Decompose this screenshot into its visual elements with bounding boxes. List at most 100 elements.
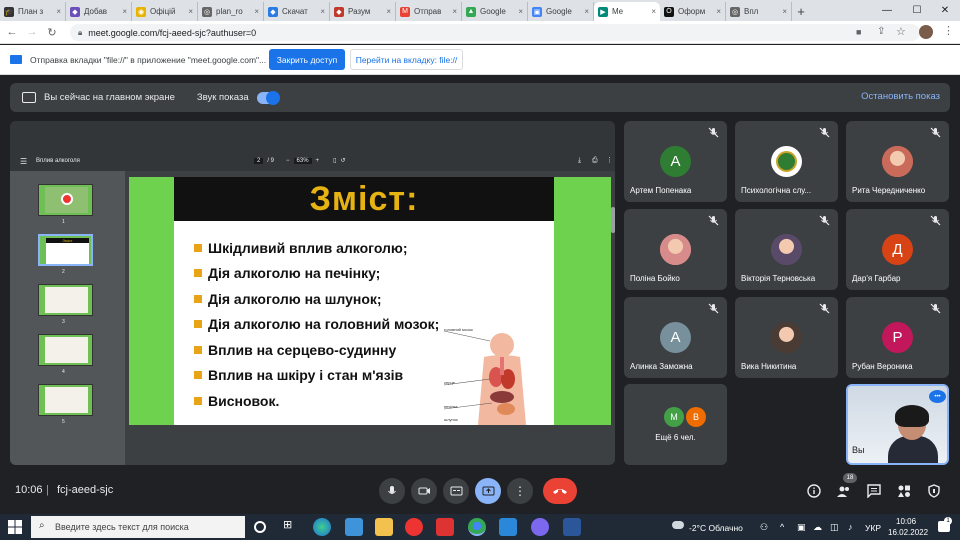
meeting-details-icon[interactable]	[806, 483, 822, 499]
more-participants-tile[interactable]: М В Ещё 6 чел.	[624, 384, 727, 465]
stop-access-button[interactable]: Закрить доступ	[269, 49, 345, 70]
camera-button[interactable]	[411, 478, 437, 504]
browser-tab[interactable]: ◆ Скачат ×	[264, 2, 330, 21]
tab-close-icon[interactable]: ×	[782, 7, 787, 16]
participant-tile[interactable]: А Артем Попенака	[624, 121, 727, 202]
tray-chevron-icon[interactable]: ^	[780, 522, 784, 532]
tab-close-icon[interactable]: ×	[651, 7, 656, 16]
camera-in-use-icon[interactable]: ■	[856, 27, 861, 37]
people-icon[interactable]: ⚇	[760, 522, 768, 533]
participant-tile[interactable]: Рита Чередниченко	[846, 121, 949, 202]
browser-tab[interactable]: ▲ Google ×	[462, 2, 528, 21]
volume-icon[interactable]: ♪	[848, 522, 853, 532]
file-explorer-icon[interactable]	[375, 518, 393, 536]
viber-icon[interactable]	[531, 518, 549, 536]
chrome-icon[interactable]	[468, 518, 486, 536]
input-language[interactable]: УКР	[865, 523, 881, 533]
leave-call-button[interactable]	[543, 478, 577, 504]
browser-tab[interactable]: ▶ Me ×	[594, 2, 660, 21]
tab-close-icon[interactable]: ×	[254, 7, 259, 16]
taskbar-date[interactable]: 16.02.2022	[888, 528, 928, 537]
network-icon[interactable]: ◫	[830, 522, 839, 533]
chat-icon[interactable]	[866, 483, 882, 499]
tab-close-icon[interactable]: ×	[122, 7, 127, 16]
tab-close-icon[interactable]: ×	[584, 7, 589, 16]
zoom-in-icon[interactable]: +	[316, 158, 320, 164]
browser-tab[interactable]: M Отправ ×	[396, 2, 462, 21]
tab-close-icon[interactable]: ×	[716, 7, 721, 16]
windows-start-icon[interactable]	[8, 520, 22, 534]
tab-close-icon[interactable]: ×	[386, 7, 391, 16]
tray-app-icon[interactable]: ▣	[797, 522, 806, 533]
thumbnail-page-3[interactable]	[38, 284, 93, 316]
activities-icon[interactable]	[896, 483, 912, 499]
tab-close-icon[interactable]: ×	[518, 7, 523, 16]
participant-tile[interactable]: Д Дар'я Гарбар	[846, 209, 949, 290]
participant-tile[interactable]: Поліна Бойко	[624, 209, 727, 290]
browser-tab[interactable]: Ó Оформ ×	[660, 2, 726, 21]
browser-tab[interactable]: ◆ Разум ×	[330, 2, 396, 21]
thumbnail-page-5[interactable]	[38, 384, 93, 416]
people-icon[interactable]	[836, 483, 852, 499]
tab-close-icon[interactable]: ×	[188, 7, 193, 16]
fit-page-icon[interactable]: ▯	[333, 157, 336, 164]
self-tile-more-icon[interactable]: •••	[929, 390, 946, 403]
browser-tab[interactable]: ◉ Офіцій ×	[132, 2, 198, 21]
switch-tab-button[interactable]: Перейти на вкладку: file://	[350, 49, 463, 70]
page-number-input[interactable]: 2	[254, 157, 264, 164]
opera-icon[interactable]	[405, 518, 423, 536]
close-window-button[interactable]: ✕	[930, 0, 960, 21]
rotate-icon[interactable]: ↺	[340, 157, 345, 164]
meeting-code[interactable]: fcj-aeed-sjc	[57, 484, 113, 496]
thumbnail-page-1[interactable]	[38, 184, 93, 216]
word-icon[interactable]	[563, 518, 581, 536]
print-icon[interactable]: ⎙	[592, 157, 598, 165]
minimize-button[interactable]: —	[872, 0, 902, 21]
mail-icon[interactable]	[345, 518, 363, 536]
more-options-button[interactable]: ⋮	[507, 478, 533, 504]
back-icon[interactable]: ←	[4, 26, 20, 38]
participant-tile[interactable]: Вікторія Терновська	[735, 209, 838, 290]
reload-icon[interactable]: ↻	[44, 26, 60, 39]
share-sound-toggle[interactable]	[256, 90, 280, 105]
browser-tab[interactable]: ▣ Google ×	[528, 2, 594, 21]
edge-icon[interactable]	[313, 518, 331, 536]
maximize-button[interactable]: ☐	[902, 0, 932, 21]
weather-text[interactable]: -2°C Облачно	[689, 523, 743, 533]
pdf-menu-icon[interactable]: ☰	[20, 157, 27, 166]
taskbar-search-box[interactable]: ⌕ Введите здесь текст для поиска	[31, 516, 245, 538]
share-page-icon[interactable]: ⇪	[877, 26, 885, 37]
bookmark-star-icon[interactable]: ☆	[896, 25, 906, 38]
tab-close-icon[interactable]: ×	[320, 7, 325, 16]
profile-avatar[interactable]	[919, 25, 933, 39]
taskbar-clock[interactable]: 10:06	[896, 517, 916, 526]
thumbnail-page-2[interactable]: Зміст	[38, 234, 93, 266]
microphone-button[interactable]	[379, 478, 405, 504]
participant-tile[interactable]: А Алинка Заможна	[624, 297, 727, 378]
stop-presenting-button[interactable]: Остановить показ	[861, 91, 940, 102]
thumbnail-page-4[interactable]	[38, 334, 93, 366]
tab-close-icon[interactable]: ×	[56, 7, 61, 16]
forward-icon[interactable]: →	[24, 26, 40, 38]
participant-tile[interactable]: Психологічна слу...	[735, 121, 838, 202]
host-controls-icon[interactable]	[926, 483, 942, 499]
pdf-scrollbar[interactable]	[611, 207, 615, 233]
task-view-icon[interactable]	[254, 521, 266, 533]
browser-tab[interactable]: ◎ Впл ×	[726, 2, 792, 21]
participant-tile[interactable]: Р Рубан Вероника	[846, 297, 949, 378]
participant-tile[interactable]: Вика Никитина	[735, 297, 838, 378]
widgets-icon[interactable]: ⊞	[283, 518, 301, 536]
download-icon[interactable]: ⤓	[578, 157, 581, 165]
zoom-level[interactable]: 63%	[293, 157, 312, 164]
new-tab-button[interactable]: +	[792, 2, 810, 21]
photos-icon[interactable]	[499, 518, 517, 536]
url-field[interactable]: 🔒︎ meet.google.com/fcj-aeed-sjc?authuser…	[70, 24, 920, 41]
browser-tab[interactable]: 🎓 План з ×	[0, 2, 66, 21]
store-icon[interactable]	[436, 518, 454, 536]
cloud-icon[interactable]: ☁	[813, 522, 822, 533]
browser-tab[interactable]: ◆ Добав ×	[66, 2, 132, 21]
present-now-button[interactable]	[475, 478, 501, 504]
tab-close-icon[interactable]: ×	[452, 7, 457, 16]
browser-menu-icon[interactable]: ⋮	[943, 24, 954, 37]
captions-button[interactable]	[443, 478, 469, 504]
